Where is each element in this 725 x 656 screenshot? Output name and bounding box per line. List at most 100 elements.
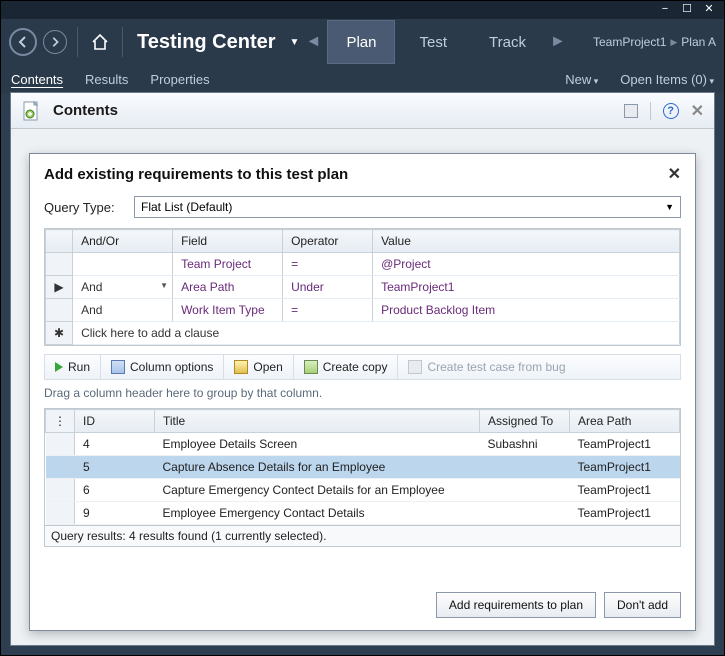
subnav-contents[interactable]: Contents [11,72,63,87]
clause-value-cell[interactable]: TeamProject1 [373,276,680,299]
clause-operator-col[interactable]: Operator [283,230,373,253]
window-minimize-button[interactable] [656,3,674,17]
home-button[interactable] [88,30,112,54]
sub-nav: Contents Results Properties New Open Ite… [1,65,724,93]
result-id-col[interactable]: ID [75,410,155,433]
result-row[interactable]: 6Capture Emergency Contect Details for a… [46,479,680,502]
chevron-down-icon: ▼ [665,202,674,212]
separator [77,27,78,57]
tab-plan-label: Plan [346,34,376,51]
workspace-panel: Contents ? ✕ Add existing requirements t… [10,92,715,646]
window-close-button[interactable] [700,3,718,17]
subnav-new-menu[interactable]: New [565,72,598,87]
help-icon[interactable]: ? [663,103,679,119]
open-button[interactable]: Open [224,355,293,379]
separator [650,102,651,120]
clause-row[interactable]: AndWork Item Type=Product Backlog Item [46,299,680,322]
result-rowheader-col: ⋮ [46,410,75,433]
create-copy-button[interactable]: Create copy [294,355,399,379]
nav-back-button[interactable] [9,28,37,56]
clause-andor-cell[interactable] [73,253,173,276]
tab-scroll-right[interactable]: ► [550,26,566,58]
result-area: TeamProject1 [570,433,680,456]
group-hint: Drag a column header here to group by th… [44,386,681,400]
result-title: Employee Details Screen [155,433,480,456]
result-area: TeamProject1 [570,479,680,502]
result-assigned [480,479,570,502]
results-grid: ⋮ ID Title Assigned To Area Path 4Employ… [44,408,681,526]
app-switcher-dropdown[interactable]: ▼ [290,37,300,48]
breadcrumb[interactable]: TeamProject1 ▶ Plan A [593,35,716,49]
tab-scroll-left[interactable]: ◄ [305,26,321,58]
clause-operator-cell[interactable]: = [283,299,373,322]
add-clause-row[interactable]: ✱Click here to add a clause [46,322,680,345]
subnav-properties[interactable]: Properties [150,72,209,87]
clause-field-col[interactable]: Field [173,230,283,253]
result-id: 9 [75,502,155,525]
window-titlebar [1,1,724,19]
result-area: TeamProject1 [570,502,680,525]
column-options-button[interactable]: Column options [101,355,224,379]
clause-rowmark: ▶ [46,276,73,299]
columns-icon [111,360,125,374]
subnav-openitems-menu[interactable]: Open Items (0) [620,72,714,87]
contents-title: Contents [53,102,118,119]
create-copy-label: Create copy [323,360,388,374]
play-icon [55,362,63,372]
tab-track-label: Track [489,34,526,51]
result-title-col[interactable]: Title [155,410,480,433]
query-type-dropdown[interactable]: Flat List (Default) ▼ [134,196,681,218]
result-area-col[interactable]: Area Path [570,410,680,433]
result-assigned [480,456,570,479]
clause-operator-cell[interactable]: Under [283,276,373,299]
result-id: 6 [75,479,155,502]
tab-track[interactable]: Track [471,20,544,64]
add-clause-text: Click here to add a clause [73,322,680,345]
nav-forward-button[interactable] [43,30,67,54]
clause-andor-cell[interactable]: And▼ [73,276,173,299]
tab-plan[interactable]: Plan [327,20,395,64]
subnav-results[interactable]: Results [85,72,128,87]
copy-icon [304,360,318,374]
clause-rowmark [46,299,73,322]
result-assigned-col[interactable]: Assigned To [480,410,570,433]
create-testcase-button: Create test case from bug [398,355,575,379]
result-rowmark [46,479,75,502]
add-requirements-button[interactable]: Add requirements to plan [436,592,596,618]
clause-field-cell[interactable]: Work Item Type [173,299,283,322]
open-label: Open [253,360,282,374]
result-area: TeamProject1 [570,456,680,479]
results-status: Query results: 4 results found (1 curren… [44,526,681,547]
clause-andor-col[interactable]: And/Or [73,230,173,253]
query-toolbar: Run Column options Open Create copy Crea… [44,354,681,380]
result-row[interactable]: 4Employee Details ScreenSubashniTeamProj… [46,433,680,456]
clause-row[interactable]: Team Project=@Project [46,253,680,276]
run-query-button[interactable]: Run [45,355,101,379]
window-maximize-button[interactable] [678,3,696,17]
clause-operator-cell[interactable]: = [283,253,373,276]
app-title: Testing Center [137,31,276,54]
app-header: Testing Center ▼ ◄ Plan Test Track ► Tea… [1,19,724,65]
clause-field-cell[interactable]: Area Path [173,276,283,299]
result-row[interactable]: 9Employee Emergency Contact DetailsTeamP… [46,502,680,525]
tab-test[interactable]: Test [401,20,465,64]
query-type-label: Query Type: [44,200,124,215]
close-icon[interactable]: ✕ [691,101,704,121]
result-title: Capture Emergency Contect Details for an… [155,479,480,502]
dont-add-button[interactable]: Don't add [604,592,681,618]
add-requirements-dialog: Add existing requirements to this test p… [29,153,696,631]
clause-value-cell[interactable]: @Project [373,253,680,276]
dialog-close-button[interactable]: ✕ [668,164,681,184]
clause-value-cell[interactable]: Product Backlog Item [373,299,680,322]
query-clauses-grid: And/Or Field Operator Value Team Project… [44,228,681,346]
clause-andor-cell[interactable]: And [73,299,173,322]
clause-row[interactable]: ▶And▼Area PathUnderTeamProject1 [46,276,680,299]
column-options-label: Column options [130,360,213,374]
dialog-title: Add existing requirements to this test p… [44,166,348,183]
clause-value-col[interactable]: Value [373,230,680,253]
clause-field-cell[interactable]: Team Project [173,253,283,276]
result-row[interactable]: 5Capture Absence Details for an Employee… [46,456,680,479]
result-rowmark [46,456,75,479]
add-clause-mark: ✱ [46,322,73,345]
save-icon[interactable] [624,104,638,118]
